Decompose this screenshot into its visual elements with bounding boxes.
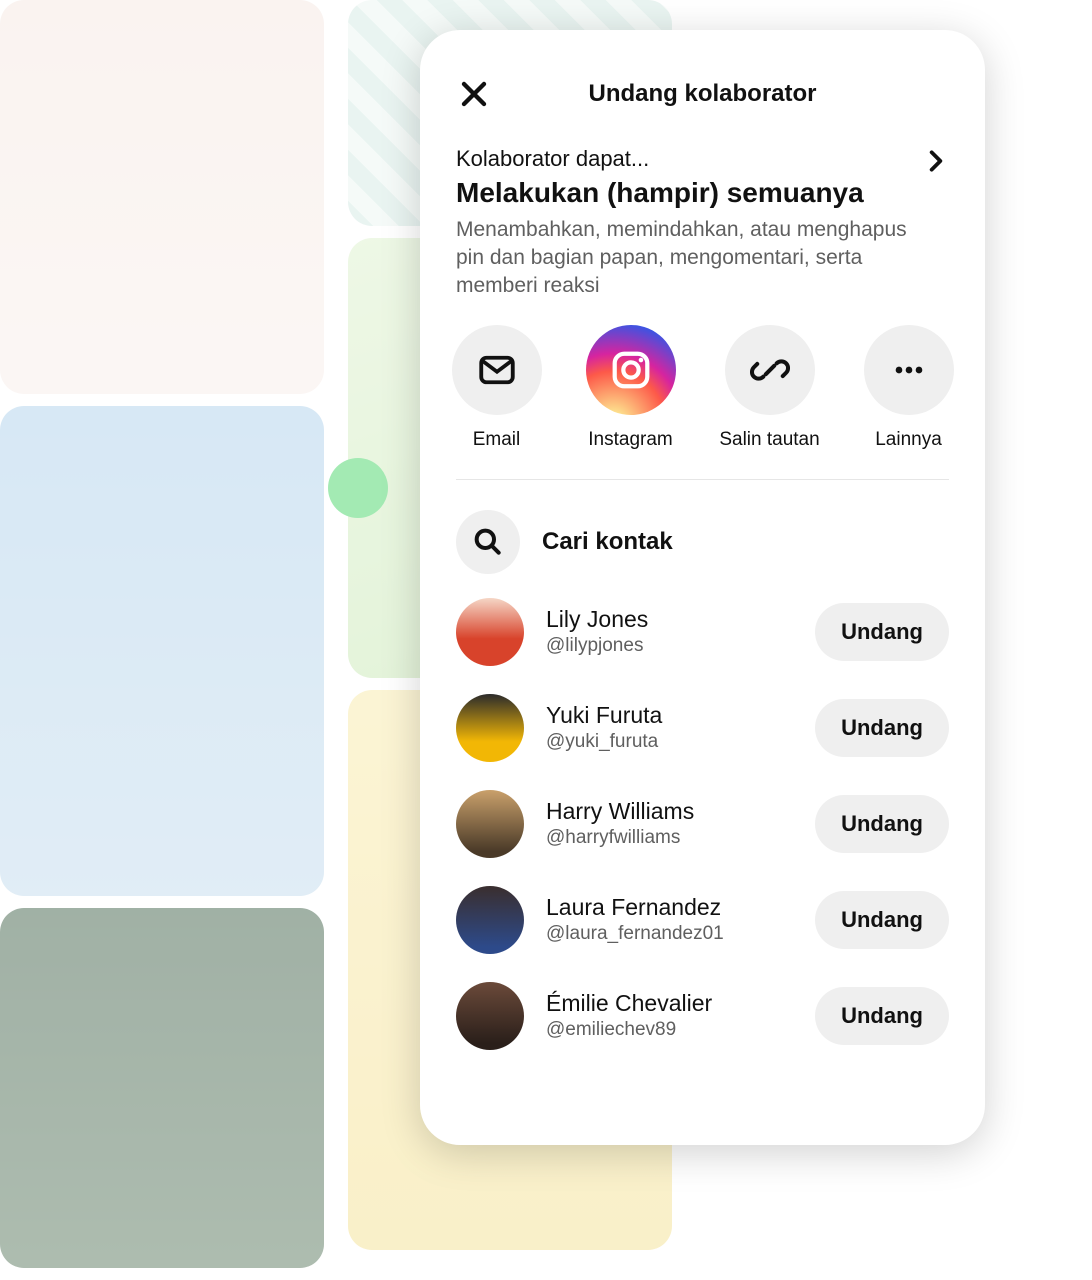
contact-name: Yuki Furuta xyxy=(546,702,793,729)
invite-button[interactable]: Undang xyxy=(815,987,949,1045)
contact-handle: @harryfwilliams xyxy=(546,827,793,849)
invite-button[interactable]: Undang xyxy=(815,699,949,757)
contact-row: Lily Jones @lilypjones Undang xyxy=(456,598,949,666)
link-icon xyxy=(750,350,790,390)
share-instagram-label: Instagram xyxy=(588,429,672,451)
permission-label: Kolaborator dapat... xyxy=(456,146,911,172)
contact-handle: @laura_fernandez01 xyxy=(546,923,793,945)
share-copy-link-label: Salin tautan xyxy=(719,429,819,451)
email-icon xyxy=(476,349,518,391)
contact-name: Laura Fernandez xyxy=(546,894,793,921)
permission-description: Menambahkan, memindahkan, atau menghapus… xyxy=(456,216,911,301)
share-copy-link-button[interactable]: Salin tautan xyxy=(720,325,820,451)
search-contacts-label: Cari kontak xyxy=(542,528,673,556)
contact-row: Émilie Chevalier @emiliechev89 Undang xyxy=(456,982,949,1050)
contact-handle: @lilypjones xyxy=(546,635,793,657)
close-button[interactable] xyxy=(456,76,492,112)
contact-row: Harry Williams @harryfwilliams Undang xyxy=(456,790,949,858)
contact-name: Lily Jones xyxy=(546,606,793,633)
contact-name: Émilie Chevalier xyxy=(546,990,793,1017)
avatar[interactable] xyxy=(456,886,524,954)
permission-title: Melakukan (hampir) semuanya xyxy=(456,176,911,210)
contact-row: Yuki Furuta @yuki_furuta Undang xyxy=(456,694,949,762)
search-icon xyxy=(472,526,504,558)
contact-name: Harry Williams xyxy=(546,798,793,825)
share-email-button[interactable]: Email xyxy=(452,325,542,451)
modal-title: Undang kolaborator xyxy=(456,80,949,108)
contact-list: Lily Jones @lilypjones Undang Yuki Furut… xyxy=(456,598,949,1050)
share-more-label: Lainnya xyxy=(875,429,942,451)
share-more-button[interactable]: Lainnya xyxy=(864,325,954,451)
contact-row: Laura Fernandez @laura_fernandez01 Undan… xyxy=(456,886,949,954)
share-options-row: Email Instagram Salin tautan Lainnya xyxy=(456,325,949,480)
avatar[interactable] xyxy=(456,694,524,762)
collaborator-permission-row[interactable]: Kolaborator dapat... Melakukan (hampir) … xyxy=(456,146,949,301)
avatar[interactable] xyxy=(456,790,524,858)
share-email-label: Email xyxy=(473,429,521,451)
share-instagram-button[interactable]: Instagram xyxy=(586,325,676,451)
contact-handle: @yuki_furuta xyxy=(546,731,793,753)
ellipsis-icon xyxy=(889,350,929,390)
chevron-right-icon xyxy=(923,148,949,174)
contact-handle: @emiliechev89 xyxy=(546,1019,793,1041)
invite-button[interactable]: Undang xyxy=(815,795,949,853)
invite-button[interactable]: Undang xyxy=(815,603,949,661)
close-icon xyxy=(459,79,489,109)
invite-collaborator-modal: Undang kolaborator Kolaborator dapat... … xyxy=(420,30,985,1145)
avatar[interactable] xyxy=(456,982,524,1050)
search-contacts-button[interactable]: Cari kontak xyxy=(456,510,949,574)
invite-button[interactable]: Undang xyxy=(815,891,949,949)
instagram-icon xyxy=(608,347,654,393)
avatar[interactable] xyxy=(456,598,524,666)
